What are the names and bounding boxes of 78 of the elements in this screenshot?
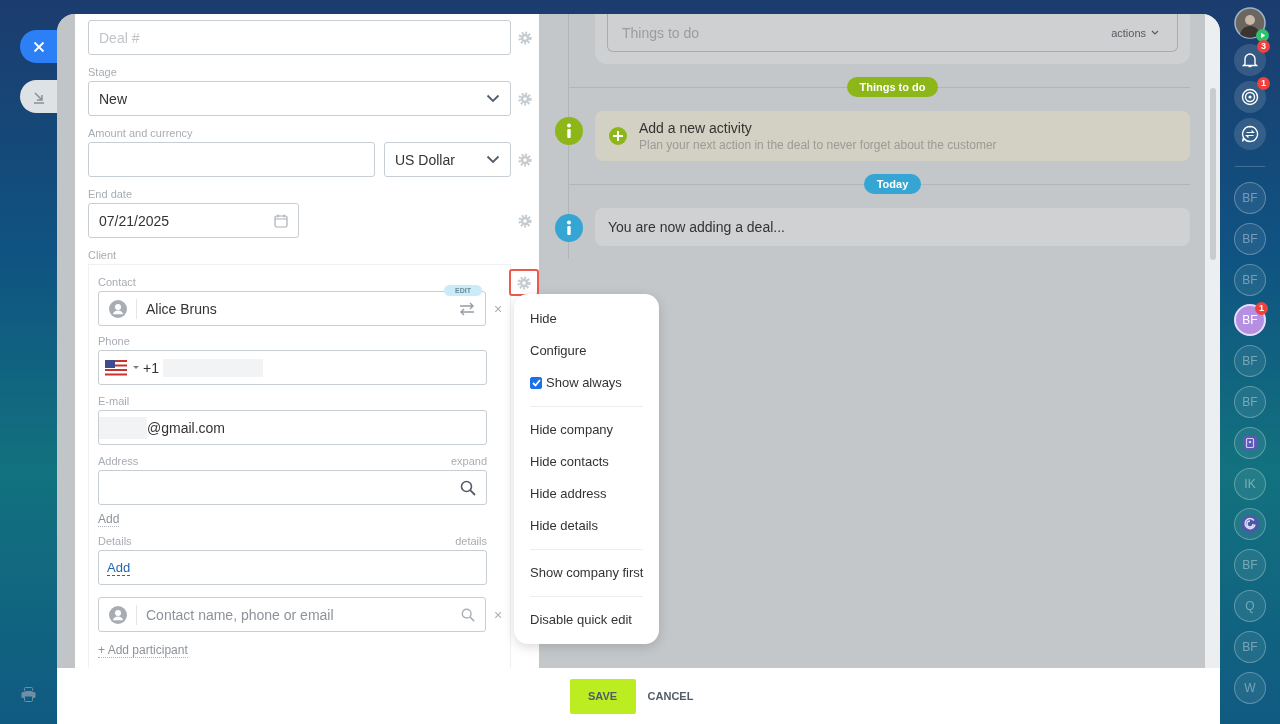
- settings-icon[interactable]: [518, 92, 532, 106]
- count-badge: 1: [1257, 77, 1270, 90]
- menu-item[interactable]: Hide address: [514, 478, 659, 510]
- target-icon: [1241, 88, 1259, 106]
- book-icon: [1242, 434, 1258, 451]
- settings-icon[interactable]: [518, 31, 532, 45]
- field-label: Details: [98, 534, 132, 549]
- printer-icon[interactable]: [21, 687, 36, 702]
- activity-hint: Plan your next action in the deal to never forget about the customer: [639, 138, 997, 152]
- field-label: Stage: [88, 65, 118, 80]
- menu-item[interactable]: Disable quick edit: [514, 604, 659, 636]
- info-text: You are now adding a deal...: [608, 219, 785, 235]
- search-icon[interactable]: [460, 479, 476, 496]
- redacted-text: [99, 416, 147, 439]
- field-label: Phone: [98, 334, 130, 349]
- count-badge: 3: [1257, 40, 1270, 53]
- close-button[interactable]: [20, 30, 57, 63]
- activity-card[interactable]: Add a new activity Plan your next action in the deal to never forget about the customer: [595, 111, 1190, 161]
- add-participant-link[interactable]: + Add participant: [98, 642, 188, 658]
- minimize-icon: [31, 89, 46, 104]
- menu-item[interactable]: Show company first: [514, 557, 659, 589]
- menu-item[interactable]: Configure: [514, 335, 659, 367]
- menu-item[interactable]: Hide: [514, 303, 659, 335]
- activity-title: Add a new activity: [639, 120, 753, 136]
- phone-field[interactable]: +1: [98, 350, 487, 385]
- stage-select[interactable]: New: [88, 81, 511, 116]
- settings-icon[interactable]: [518, 153, 532, 167]
- chevron-down-icon: [486, 94, 500, 103]
- section-badge: Things to do: [846, 77, 939, 97]
- settings-icon[interactable]: [518, 214, 532, 228]
- checkbox[interactable]: [530, 377, 542, 389]
- settings-icon[interactable]: [517, 275, 531, 290]
- user-icon: [109, 605, 127, 624]
- date-field[interactable]: 07/21/2025: [88, 203, 299, 238]
- add-details-link[interactable]: Add: [107, 559, 131, 576]
- add-address-link[interactable]: Add: [98, 511, 120, 527]
- bell-icon: [1242, 52, 1258, 68]
- field-label: Amount and currency: [88, 126, 194, 141]
- menu-item[interactable]: Hide details: [514, 510, 659, 542]
- user-icon: [109, 299, 127, 318]
- menu-item[interactable]: Hide contacts: [514, 446, 659, 478]
- field-label: Client: [88, 248, 118, 263]
- chat-icon: [1241, 125, 1259, 143]
- field-label: E-mail: [98, 394, 130, 409]
- swap-icon[interactable]: [459, 301, 476, 316]
- field-label: Contact: [98, 275, 136, 290]
- save-button[interactable]: SAVE: [569, 678, 636, 714]
- scrollbar-thumb[interactable]: [1210, 88, 1216, 260]
- chevron-down-icon: [486, 155, 500, 164]
- close-icon: [32, 40, 45, 53]
- count-badge: 1: [1255, 302, 1268, 316]
- swirl-icon: [1240, 514, 1260, 535]
- section-badge: Today: [863, 174, 922, 194]
- menu-item[interactable]: Show always: [514, 367, 659, 399]
- amount-field[interactable]: [88, 142, 375, 177]
- field-label: End date: [88, 187, 134, 202]
- deal-number-field[interactable]: Deal #: [88, 20, 511, 55]
- chat-avatar[interactable]: [1234, 508, 1266, 541]
- caret-icon[interactable]: [132, 365, 140, 370]
- add-icon[interactable]: [609, 127, 627, 145]
- email-field[interactable]: @gmail.com: [98, 410, 487, 445]
- info-icon: [555, 214, 583, 242]
- chat-avatar[interactable]: [1234, 426, 1266, 459]
- actions-dropdown[interactable]: actions: [1111, 26, 1159, 39]
- info-icon: [555, 117, 583, 145]
- currency-select[interactable]: US Dollar: [384, 142, 511, 177]
- field-label: Address: [98, 454, 139, 469]
- chevron-down-icon: [1151, 30, 1159, 35]
- cancel-button[interactable]: CANCEL: [647, 678, 694, 714]
- address-field[interactable]: [98, 470, 487, 505]
- status-icon: [1256, 29, 1269, 42]
- minimize-button[interactable]: [20, 80, 57, 113]
- menu-item[interactable]: Hide company: [514, 414, 659, 446]
- calendar-icon[interactable]: [274, 213, 288, 228]
- notification-button[interactable]: [1234, 118, 1266, 150]
- chat-avatar[interactable]: BF 1: [1234, 304, 1266, 337]
- contact-search-field[interactable]: Contact name, phone or email: [98, 597, 487, 632]
- flag-icon[interactable]: [105, 359, 127, 376]
